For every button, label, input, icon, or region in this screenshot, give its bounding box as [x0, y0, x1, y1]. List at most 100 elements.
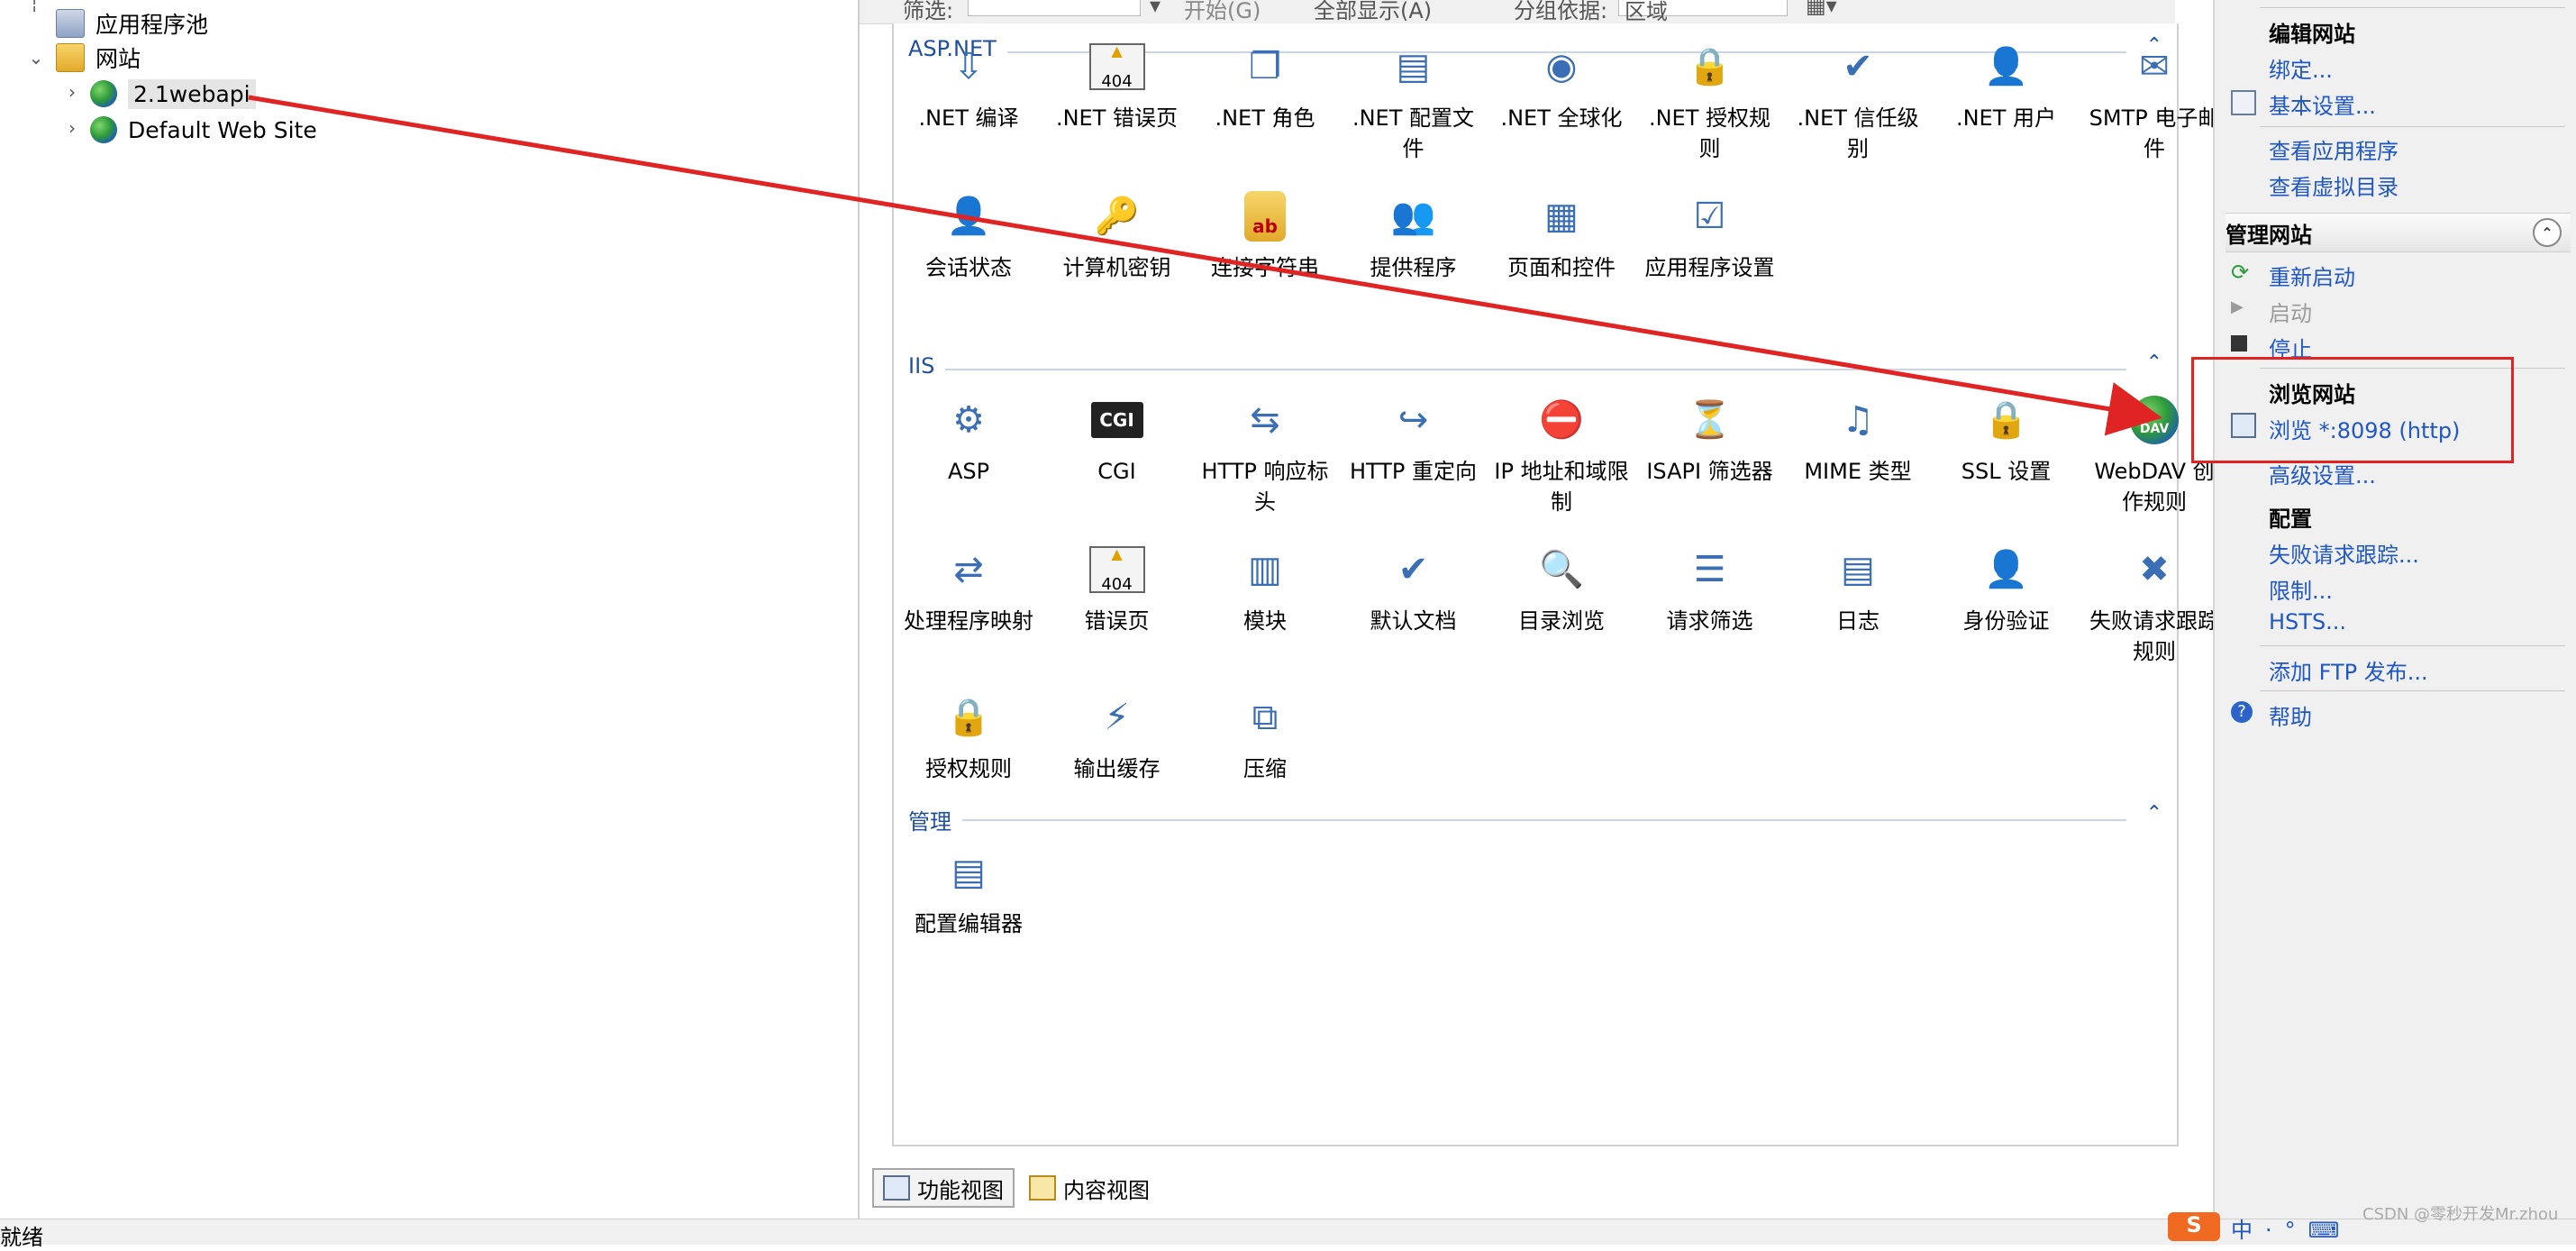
feature-iis-feature-15[interactable]: ▤ 日志: [1790, 541, 1925, 636]
restart-link[interactable]: 重新启动: [2269, 260, 2355, 291]
limits-link[interactable]: 限制...: [2269, 573, 2333, 605]
content-view-icon: [1029, 1175, 1056, 1201]
view-mode-icon[interactable]: ▦▾: [1806, 0, 1837, 18]
feature-iis-feature-12[interactable]: ✔ 默认文档: [1346, 541, 1481, 636]
feature-icon: ▤: [1841, 549, 1875, 590]
tab-features-view[interactable]: 功能视图: [872, 1168, 1015, 1208]
feature-iis-feature-17[interactable]: ✖ 失败请求跟踪规则: [2087, 541, 2222, 667]
feature-iis-feature-19[interactable]: ⚡ 输出缓存: [1050, 689, 1185, 784]
feature-iis-http-2[interactable]: ⇆ HTTP 响应标头: [1197, 391, 1333, 517]
feature-aspnet-feature-9[interactable]: 👤 会话状态: [901, 187, 1036, 283]
ime-logo-icon[interactable]: S: [2168, 1212, 2220, 1241]
features-view-panel: 筛选: ▾ 开始(G) 全部显示(A) 分组依据: 区域 ▦▾ ASP .NET …: [860, 0, 2219, 1219]
feature-aspnet-feature-11[interactable]: ab 连接字符串: [1197, 187, 1333, 283]
feature-management-feature-0[interactable]: ▤ 配置编辑器: [901, 844, 1036, 939]
collapse-icon[interactable]: ⌃: [2146, 352, 2162, 374]
tab-label: 内容视图: [1063, 1177, 1150, 1203]
net-icon: 🔒: [1687, 46, 1733, 87]
group-by-select[interactable]: 区域: [1618, 0, 1788, 24]
view-applications-link[interactable]: 查看应用程序: [2269, 133, 2399, 165]
feature-aspnet-net-6[interactable]: ✔ .NET 信任级别: [1790, 38, 1925, 164]
feature-aspnet-net-0[interactable]: ⇩ .NET 编译: [901, 38, 1036, 133]
tree-item-site-2-1webapi[interactable]: 2.1webapi: [90, 76, 256, 112]
section-divider: [908, 369, 2126, 370]
stop-icon: [2231, 335, 2247, 352]
filter-input[interactable]: [968, 0, 1141, 16]
feature-icon: ☰: [1693, 549, 1726, 590]
connections-tree-panel: ┆ 应用程序池 ⌄ 网站 › 2.1webapi › Default Web S…: [0, 0, 860, 1219]
feature-iis-feature-11[interactable]: ▥ 模块: [1197, 541, 1333, 636]
feature-iis-feature-9[interactable]: ⇄ 处理程序映射: [901, 541, 1036, 636]
feature-label: .NET 角色: [1215, 105, 1315, 131]
collapse-icon[interactable]: ⌃: [2533, 218, 2562, 247]
collapse-icon[interactable]: ⌃: [2146, 802, 2162, 825]
add-ftp-publishing-link[interactable]: 添加 FTP 发布...: [2269, 654, 2428, 686]
feature-aspnet-net-5[interactable]: 🔒 .NET 授权规则: [1643, 38, 1778, 164]
ime-toolbar-icons[interactable]: 中⋅°⌨: [2231, 1212, 2352, 1244]
feature-label: WebDAV 创作规则: [2094, 459, 2215, 515]
feature-label: .NET 全球化: [1500, 105, 1623, 131]
feature-iis-feature-10[interactable]: ▲ 404 错误页: [1050, 541, 1185, 636]
chevron-right-icon[interactable]: ›: [63, 81, 81, 103]
feature-iis-feature-13[interactable]: 🔍 目录浏览: [1494, 541, 1629, 636]
feature-icon: ab: [1236, 187, 1294, 245]
feature-iis-feature-16[interactable]: 👤 身份验证: [1939, 541, 2074, 636]
feature-iis-ssl-7[interactable]: 🔒 SSL 设置: [1939, 391, 2074, 487]
features-view-icon: [883, 1175, 910, 1201]
chevron-right-icon[interactable]: ›: [63, 117, 81, 139]
chevron-down-icon[interactable]: ▾: [1150, 0, 1161, 18]
globe-icon: [90, 80, 117, 107]
net-icon: ❐: [1249, 46, 1281, 87]
feature-icon: ⚡: [1104, 697, 1130, 738]
basic-settings-link[interactable]: 基本设置...: [2269, 88, 2376, 120]
configure-heading: 配置: [2269, 507, 2312, 532]
tree-item-sites[interactable]: 网站: [56, 40, 141, 76]
feature-iis-mime-6[interactable]: ♫ MIME 类型: [1790, 391, 1925, 487]
feature-aspnet-net-3[interactable]: ▤ .NET 配置文件: [1346, 38, 1481, 164]
feature-aspnet-feature-12[interactable]: 👥 提供程序: [1346, 187, 1481, 283]
feature-iis-ip-4[interactable]: ⛔ IP 地址和域限制: [1494, 391, 1629, 517]
feature-aspnet-net-2[interactable]: ❐ .NET 角色: [1197, 38, 1333, 133]
start-link[interactable]: 启动: [2269, 296, 2312, 327]
smtp-icon: ✉: [2139, 46, 2170, 87]
tree-item-app-pools[interactable]: 应用程序池: [56, 5, 208, 41]
failed-request-tracing-link[interactable]: 失败请求跟踪...: [2269, 537, 2419, 569]
feature-aspnet-smtp-8[interactable]: ✉ SMTP 电子邮件: [2087, 38, 2222, 164]
feature-label: .NET 错误页: [1055, 105, 1179, 131]
error-page-icon: ▲ 404: [1088, 541, 1146, 598]
feature-label: .NET 授权规则: [1648, 105, 1771, 161]
feature-iis-feature-18[interactable]: 🔒 授权规则: [901, 689, 1036, 784]
feature-iis-isapi-5[interactable]: ⏳ ISAPI 筛选器: [1643, 391, 1778, 487]
net-icon: 👤: [1983, 46, 2029, 87]
feature-iis-http-3[interactable]: ↪ HTTP 重定向: [1346, 391, 1481, 487]
error-page-icon: ▲ 404: [1088, 38, 1146, 96]
feature-iis-feature-14[interactable]: ☰ 请求筛选: [1643, 541, 1778, 636]
feature-iis-feature-20[interactable]: ⧉ 压缩: [1197, 689, 1333, 784]
hsts-link[interactable]: HSTS...: [2269, 609, 2346, 635]
feature-aspnet-net-1[interactable]: ▲ 404 .NET 错误页: [1050, 38, 1185, 133]
show-all-button[interactable]: 全部显示(A): [1314, 0, 1432, 24]
manage-site-heading: 管理网站: [2226, 222, 2312, 248]
feature-aspnet-feature-10[interactable]: 🔑 计算机密钥: [1050, 187, 1185, 283]
mime-icon: ♫: [1842, 399, 1874, 441]
feature-label: .NET 用户: [1955, 105, 2057, 131]
filter-toolbar: 筛选: ▾ 开始(G) 全部显示(A) 分组依据: 区域 ▦▾: [860, 0, 2175, 24]
bindings-link[interactable]: 绑定...: [2269, 52, 2333, 84]
tree-item-default-web-site[interactable]: Default Web Site: [90, 112, 317, 148]
help-link[interactable]: 帮助: [2269, 699, 2312, 731]
feature-iis-asp-0[interactable]: ⚙ ASP: [901, 391, 1036, 487]
watermark: CSDN @零秒开发Mr.zhou: [2362, 1205, 2559, 1224]
chevron-down-icon[interactable]: ⌄: [27, 47, 45, 68]
feature-aspnet-net-4[interactable]: ◉ .NET 全球化: [1494, 38, 1629, 133]
view-virtual-directories-link[interactable]: 查看虚拟目录: [2269, 169, 2399, 201]
feature-aspnet-net-7[interactable]: 👤 .NET 用户: [1939, 38, 2074, 133]
feature-aspnet-feature-13[interactable]: ▦ 页面和控件: [1494, 187, 1629, 283]
feature-aspnet-feature-14[interactable]: ☑ 应用程序设置: [1643, 187, 1778, 283]
tab-content-view[interactable]: 内容视图: [1018, 1168, 1161, 1208]
manage-site-header: 管理网站 ⌃: [2226, 213, 2571, 252]
divider: [2260, 7, 2565, 8]
feature-label: 压缩: [1243, 756, 1287, 781]
feature-iis-cgi-1[interactable]: CGI CGI: [1050, 391, 1185, 487]
go-button[interactable]: 开始(G): [1184, 0, 1261, 24]
feature-label: MIME 类型: [1804, 459, 1912, 484]
